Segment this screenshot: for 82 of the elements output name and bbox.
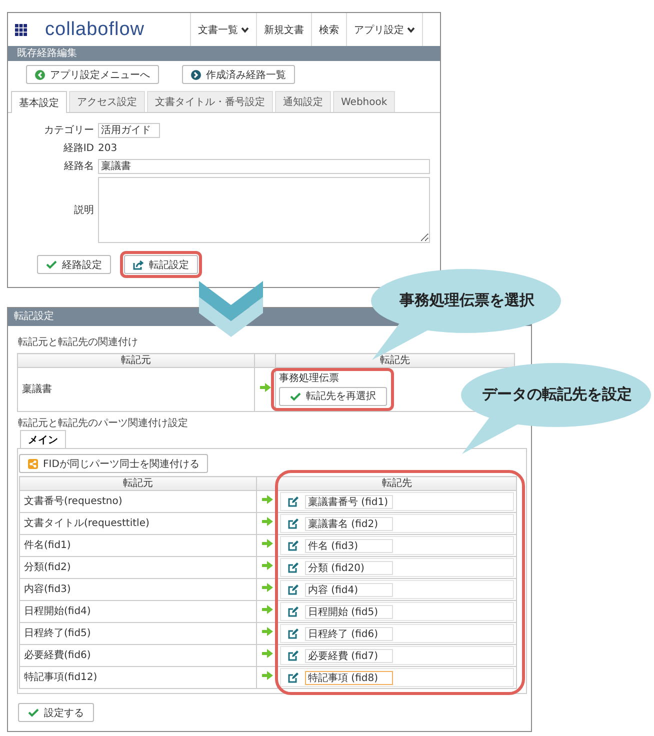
input-field[interactable]: 稟議書番号 (fid1) (305, 494, 393, 508)
right-arrow-icon (262, 605, 272, 614)
tab[interactable]: アクセス設定 (69, 91, 145, 112)
grid-menu-icon (15, 24, 27, 36)
column-header: 転記先 (278, 476, 516, 490)
check-icon (290, 392, 301, 401)
column-header: 転記元 (20, 476, 256, 490)
column-header: 転記元 (18, 354, 254, 368)
caret-icon (241, 26, 249, 32)
table-cell: 必要経費(fid6) (20, 644, 256, 666)
table-cell: 日程開始(fid4) (20, 600, 256, 622)
export-icon (133, 260, 144, 270)
edit-icon (288, 562, 299, 573)
action-button[interactable]: 転記設定 (124, 255, 198, 274)
right-arrow-icon (262, 495, 272, 504)
back-arrow-icon (35, 70, 45, 80)
edit-icon (288, 496, 299, 507)
edit-icon (288, 584, 299, 595)
edit-icon (288, 650, 299, 661)
input-field[interactable]: 必要経費 (fid7) (305, 648, 393, 662)
share-icon (28, 458, 38, 468)
tab[interactable]: 基本設定 (11, 91, 67, 113)
table-cell: 分類(fid2) (20, 556, 256, 578)
nav-button[interactable]: アプリ設定メニューへ (26, 65, 159, 84)
callout-text: 事務処理伝票を選択 (398, 291, 536, 310)
input-field[interactable]: 特記事項 (fid8) (305, 670, 393, 684)
right-arrow-icon (262, 649, 272, 658)
input-field[interactable]: 件名 (fid3) (305, 538, 393, 552)
section-label: 転記元と転記先のパーツ関連付け設定 (18, 416, 189, 429)
edit-icon (288, 628, 299, 639)
edit-icon (288, 606, 299, 617)
submit-button[interactable]: 設定する (18, 703, 94, 722)
input-field[interactable]: 稟議書名 (fid2) (305, 516, 393, 530)
field-label: 経路ID (62, 142, 95, 155)
action-button[interactable]: 経路設定 (37, 255, 111, 274)
forward-arrow-icon (191, 70, 201, 80)
input-field[interactable]: 内容 (fid4) (305, 582, 393, 596)
tab[interactable]: Webhook (333, 91, 396, 112)
input-field[interactable]: 日程開始 (fid5) (305, 604, 393, 618)
table-cell: 稟議書 (18, 368, 254, 412)
tab[interactable]: メイン (20, 430, 66, 448)
tab[interactable]: 通知設定 (275, 91, 331, 112)
right-arrow-icon (262, 627, 272, 636)
input-field[interactable]: 活用ガイド (98, 122, 160, 138)
text-area[interactable] (98, 177, 430, 243)
logo: collaboflow (45, 18, 144, 40)
right-arrow-icon (262, 561, 272, 570)
check-icon (46, 260, 57, 269)
caret-icon (407, 26, 415, 32)
table-cell: 特記事項(fid12) (20, 666, 256, 688)
table-cell: 件名(fid1) (20, 534, 256, 556)
check-icon (28, 708, 39, 717)
column-header: 転記先 (276, 354, 514, 368)
right-arrow-icon (262, 517, 272, 526)
section-title: 既存経路編集 (8, 46, 440, 61)
edit-icon (288, 540, 299, 551)
nav-button[interactable]: 作成済み経路一覧 (182, 65, 295, 84)
edit-icon (288, 518, 299, 529)
right-arrow-icon (260, 383, 270, 392)
table-cell: 日程終了(fid5) (20, 622, 256, 644)
input-field[interactable]: 分類 (fid20) (305, 560, 393, 574)
table-cell: 文書タイトル(requesttitle) (20, 512, 256, 534)
input-field[interactable]: 稟議書 (98, 158, 430, 174)
section-label: 転記元と転記先の関連付け (18, 336, 139, 348)
field-label: カテゴリー (43, 124, 95, 137)
input-field[interactable]: 日程終了 (fid6) (305, 626, 393, 640)
table-cell: 文書番号(requestno) (20, 490, 256, 512)
edit-icon (288, 672, 299, 683)
down-chevron-drawing (199, 281, 263, 337)
nav-menu-item[interactable]: アプリ設定 (346, 13, 423, 46)
target-name: 事務処理伝票 (279, 373, 339, 385)
right-arrow-icon (262, 671, 272, 680)
reselect-button[interactable]: 転記先を再選択 (279, 387, 387, 406)
right-arrow-icon (262, 539, 272, 548)
table-cell: 内容(fid3) (20, 578, 256, 600)
right-arrow-icon (262, 583, 272, 592)
tab[interactable]: 文書タイトル・番号設定 (147, 91, 273, 112)
auto-link-button[interactable]: FIDが同じパーツ同士を関連付ける (19, 454, 208, 473)
field-value: 203 (98, 142, 118, 154)
field-label: 経路名 (63, 160, 95, 173)
callout-text: データの転記先を設定 (481, 385, 633, 404)
field-label: 説明 (73, 204, 95, 217)
